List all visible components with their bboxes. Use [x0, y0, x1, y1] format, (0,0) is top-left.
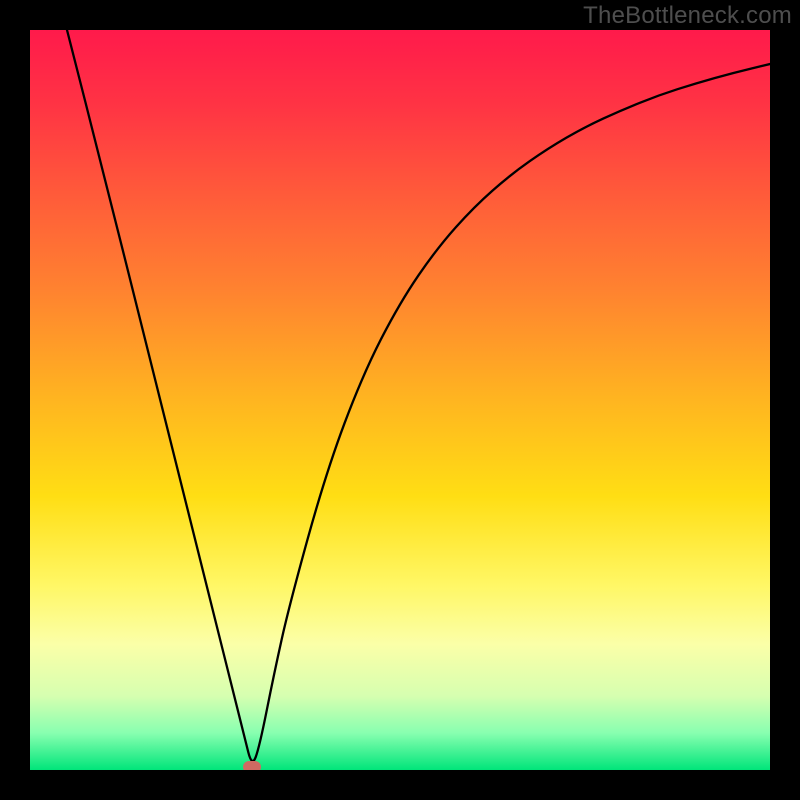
plot-area: [30, 30, 770, 770]
optimal-point-marker: [243, 761, 261, 770]
chart-frame: TheBottleneck.com: [0, 0, 800, 800]
watermark-text: TheBottleneck.com: [583, 2, 792, 30]
bottleneck-curve: [30, 30, 770, 770]
